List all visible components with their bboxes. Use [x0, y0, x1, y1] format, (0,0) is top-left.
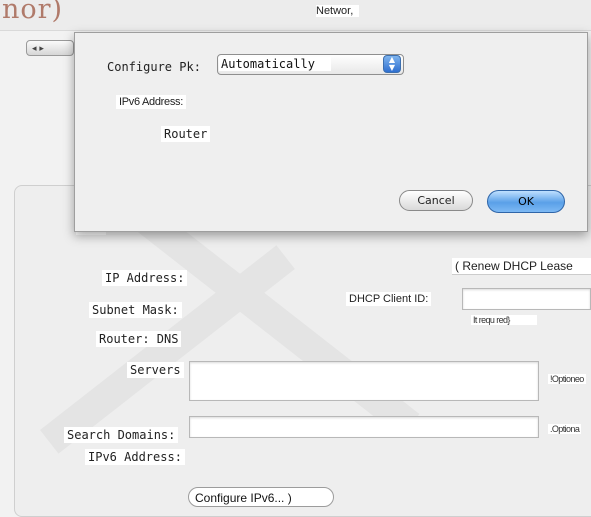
router-dns-label: Router: DNS	[96, 331, 182, 347]
popup-arrows-icon[interactable]: ▲ ▼	[383, 55, 401, 73]
subnet-mask-label: Subnet Mask:	[89, 302, 182, 318]
configure-ipv6-label: Configure Pk:	[107, 60, 201, 74]
search-domains-label: Search Domains:	[64, 427, 179, 443]
title-bar	[0, 0, 591, 31]
search-domains-hint: .Optiona	[548, 424, 582, 434]
app-title: nor)	[2, 0, 64, 25]
dns-servers-hint: !Optioneo	[548, 374, 586, 384]
sheet-router-label: Router	[161, 126, 211, 142]
ipv6-address-label: IPv6 Address:	[85, 449, 185, 465]
dns-servers-field[interactable]	[189, 361, 539, 401]
window-title: Networ,	[316, 5, 360, 17]
ip-address-label: IP Address:	[102, 270, 188, 286]
renew-dhcp-button[interactable]: ( Renew DHCP Lease	[452, 258, 591, 275]
back-forward-control[interactable]: ◂ ▸	[26, 40, 74, 56]
configure-ipv6-popup-value: Automatically	[219, 57, 331, 71]
dhcp-client-id-hint: It requ red}	[471, 315, 537, 325]
ok-button[interactable]: OK	[487, 190, 565, 213]
sheet-ipv6-address-label: IPv6 Address:	[116, 95, 186, 109]
dhcp-client-id-field[interactable]	[462, 288, 591, 310]
cancel-button[interactable]: Cancel	[399, 190, 473, 211]
configure-ipv6-button[interactable]: Configure IPv6... )	[188, 487, 334, 507]
dhcp-client-id-label: DHCP Client ID:	[346, 292, 432, 306]
servers-label: Servers	[127, 362, 184, 378]
search-domains-field[interactable]	[189, 416, 539, 438]
